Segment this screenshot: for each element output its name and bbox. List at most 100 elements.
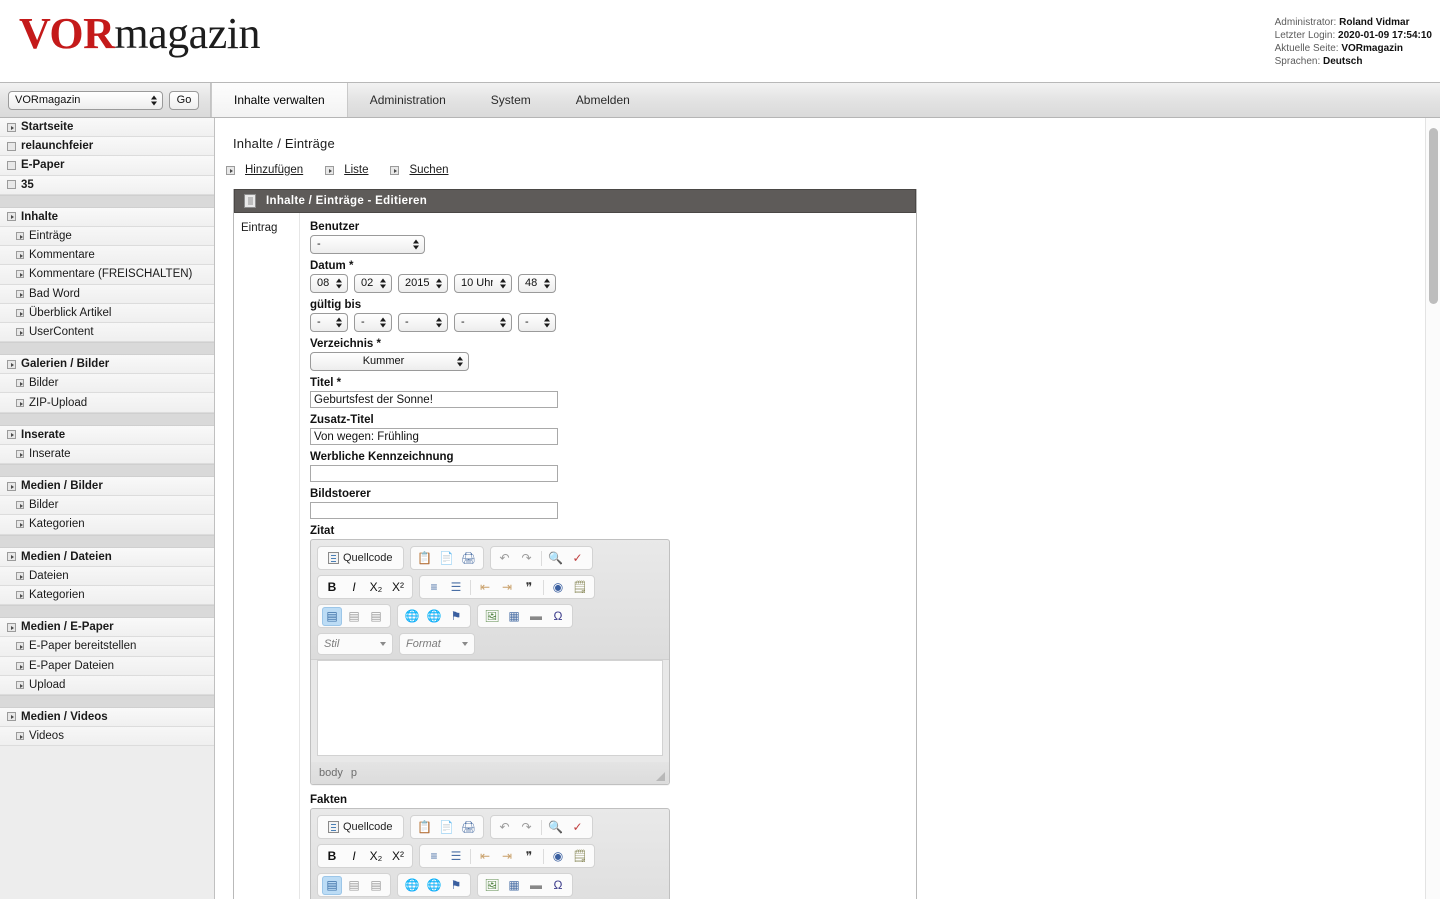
sidebar-item-medien-bilder[interactable]: Medien / Bilder xyxy=(0,477,214,497)
datum-day-select[interactable]: 08. xyxy=(310,274,348,293)
gueltig-day-select[interactable]: - xyxy=(310,313,348,332)
datum-month-select[interactable]: 02. xyxy=(354,274,392,293)
outdent-icon[interactable]: ⇤ xyxy=(475,847,495,866)
sidebar-item-dateien[interactable]: Dateien xyxy=(0,566,214,586)
sidebar-item-inhalte[interactable]: Inhalte xyxy=(0,207,214,227)
align-left-icon[interactable]: ▤ xyxy=(322,606,342,626)
datum-minute-select[interactable]: 48 xyxy=(518,274,556,293)
sidebar-item-medien-dateien[interactable]: Medien / Dateien xyxy=(0,547,214,567)
tab-abmelden[interactable]: Abmelden xyxy=(554,83,653,117)
template-icon[interactable]: 🗒 xyxy=(570,578,590,597)
sidebar-item-bilder[interactable]: Bilder xyxy=(0,374,214,394)
resize-grip[interactable] xyxy=(656,772,665,781)
paste-icon[interactable]: 📋 xyxy=(415,549,435,568)
sidebar-item-e-paper[interactable]: E-Paper xyxy=(0,156,214,176)
iframe-icon[interactable]: ◉ xyxy=(548,578,568,597)
sidebar-item-kategorien[interactable]: Kategorien xyxy=(0,515,214,535)
titel-input[interactable] xyxy=(310,391,558,408)
subscript-icon[interactable]: X₂ xyxy=(366,578,386,597)
gueltig-minute-select[interactable]: - xyxy=(518,313,556,332)
go-button[interactable]: Go xyxy=(169,90,199,110)
sidebar-item-e-paper-bereitstellen[interactable]: E-Paper bereitstellen xyxy=(0,637,214,657)
verzeichnis-select[interactable]: Kummer xyxy=(310,352,469,371)
subnav-link-suchen[interactable]: Suchen xyxy=(390,164,449,176)
undo-icon[interactable]: ↶ xyxy=(495,549,515,568)
redo-icon[interactable]: ↷ xyxy=(517,818,537,837)
special-char-icon[interactable]: Ω xyxy=(548,876,568,895)
horizontal-rule-icon[interactable]: ▬ xyxy=(526,876,546,895)
subnav-link-hinzufuegen[interactable]: Hinzufügen xyxy=(226,164,303,176)
gueltig-month-select[interactable]: - xyxy=(354,313,392,332)
unlink-icon[interactable]: 🌐 xyxy=(424,876,444,895)
sidebar-item-kommentare-freischalten[interactable]: Kommentare (FREISCHALTEN) xyxy=(0,265,214,285)
style-dropdown[interactable]: Stil xyxy=(317,633,393,655)
superscript-icon[interactable]: X² xyxy=(388,847,408,866)
anchor-icon[interactable]: ⚑ xyxy=(446,607,466,626)
sidebar-item-relaunchfeier[interactable]: relaunchfeier xyxy=(0,137,214,157)
bulleted-list-icon[interactable]: ☰ xyxy=(446,578,466,597)
table-icon[interactable]: ▦ xyxy=(504,607,524,626)
sidebar-item-usercontent[interactable]: UserContent xyxy=(0,322,214,343)
tab-administration[interactable]: Administration xyxy=(348,83,469,117)
sidebar-item-kategorien[interactable]: Kategorien xyxy=(0,585,214,606)
bold-icon[interactable]: B xyxy=(322,578,342,597)
numbered-list-icon[interactable]: ≡ xyxy=(424,847,444,866)
sidebar-item-eintr-ge[interactable]: Einträge xyxy=(0,226,214,247)
sidebar-item-e-paper-dateien[interactable]: E-Paper Dateien xyxy=(0,656,214,676)
superscript-icon[interactable]: X² xyxy=(388,578,408,597)
sidebar-item-berblick-artikel[interactable]: Überblick Artikel xyxy=(0,303,214,323)
gueltig-year-select[interactable]: - xyxy=(398,313,448,332)
sidebar-item-bad-word[interactable]: Bad Word xyxy=(0,284,214,304)
find-icon[interactable]: 🔍 xyxy=(546,818,566,837)
sidebar-item-medien-e-paper[interactable]: Medien / E-Paper xyxy=(0,618,214,638)
werbliche-kennzeichnung-input[interactable] xyxy=(310,465,558,482)
blockquote-icon[interactable]: ❞ xyxy=(519,578,539,597)
subscript-icon[interactable]: X₂ xyxy=(366,847,386,866)
sidebar-item-galerien-bilder[interactable]: Galerien / Bilder xyxy=(0,355,214,375)
path-body[interactable]: body xyxy=(319,767,343,779)
bildstoerer-input[interactable] xyxy=(310,502,558,519)
table-icon[interactable]: ▦ xyxy=(504,876,524,895)
print-icon[interactable]: 🖨 xyxy=(459,549,479,568)
redo-icon[interactable]: ↷ xyxy=(517,549,537,568)
editor-content-area[interactable] xyxy=(317,660,663,756)
vertical-scrollbar[interactable] xyxy=(1425,118,1440,899)
bold-icon[interactable]: B xyxy=(322,847,342,866)
align-center-icon[interactable]: ▤ xyxy=(344,876,364,895)
source-code-button[interactable]: Quellcode xyxy=(322,549,399,568)
print-icon[interactable]: 🖨 xyxy=(459,818,479,837)
sidebar-item-zip-upload[interactable]: ZIP-Upload xyxy=(0,393,214,413)
find-icon[interactable]: 🔍 xyxy=(546,549,566,568)
sidebar-item-bilder[interactable]: Bilder xyxy=(0,496,214,516)
paste-word-icon[interactable]: 📄 xyxy=(437,549,457,568)
align-right-icon[interactable]: ▤ xyxy=(366,607,386,626)
sidebar-item-startseite[interactable]: Startseite xyxy=(0,118,214,138)
blockquote-icon[interactable]: ❞ xyxy=(519,847,539,866)
sidebar-item-videos[interactable]: Videos xyxy=(0,727,214,747)
format-dropdown[interactable]: Format xyxy=(399,633,475,655)
site-select[interactable]: VORmagazin xyxy=(8,90,163,110)
paste-icon[interactable]: 📋 xyxy=(415,818,435,837)
sidebar-item-35[interactable]: 35 xyxy=(0,175,214,195)
italic-icon[interactable]: I xyxy=(344,847,364,866)
image-icon[interactable]: 🖼 xyxy=(482,607,502,626)
gueltig-hour-select[interactable]: - xyxy=(454,313,512,332)
logo[interactable]: VORmagazin xyxy=(19,12,260,56)
zusatz-titel-input[interactable] xyxy=(310,428,558,445)
path-p[interactable]: p xyxy=(351,767,357,779)
spellcheck-icon[interactable]: ✓ xyxy=(568,818,588,837)
align-center-icon[interactable]: ▤ xyxy=(344,607,364,626)
outdent-icon[interactable]: ⇤ xyxy=(475,578,495,597)
indent-icon[interactable]: ⇥ xyxy=(497,578,517,597)
spellcheck-icon[interactable]: ✓ xyxy=(568,549,588,568)
undo-icon[interactable]: ↶ xyxy=(495,818,515,837)
datum-hour-select[interactable]: 10 Uhr xyxy=(454,274,512,293)
italic-icon[interactable]: I xyxy=(344,578,364,597)
image-icon[interactable]: 🖼 xyxy=(482,876,502,895)
template-icon[interactable]: 🗒 xyxy=(570,847,590,866)
numbered-list-icon[interactable]: ≡ xyxy=(424,578,444,597)
sidebar-item-inserate[interactable]: Inserate xyxy=(0,444,214,464)
scrollbar-thumb[interactable] xyxy=(1429,128,1438,304)
align-right-icon[interactable]: ▤ xyxy=(366,876,386,895)
link-icon[interactable]: 🌐 xyxy=(402,607,422,626)
